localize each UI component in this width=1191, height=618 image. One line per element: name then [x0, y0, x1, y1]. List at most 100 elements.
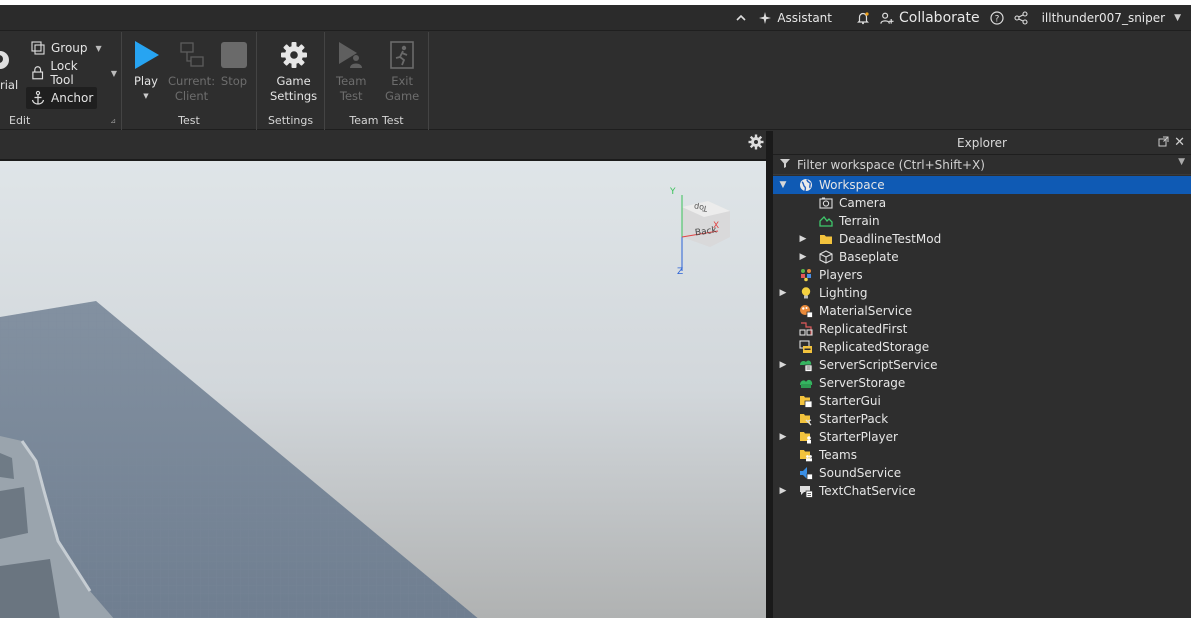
3d-viewport[interactable]: Top Back Y X Z — [0, 159, 766, 618]
add-user-icon — [880, 11, 894, 25]
stop-label: Stop — [220, 74, 248, 88]
edit-group-label: Edit — [9, 114, 31, 127]
gear-icon — [748, 134, 764, 150]
explorer-item-lighting[interactable]: ▶ Lighting — [773, 284, 1191, 302]
expand-arrow-right-icon[interactable]: ▶ — [798, 252, 808, 262]
material-button[interactable]: rial — [0, 44, 20, 104]
chevron-down-icon: ▼ — [95, 43, 102, 53]
collaborate-label: Collaborate — [898, 10, 980, 26]
server-script-service-icon — [798, 358, 813, 373]
group-button[interactable]: Group ▼ — [26, 37, 106, 59]
material-label: rial — [0, 78, 19, 92]
current-client-button[interactable]: Current: Client — [168, 40, 215, 104]
group-label: Group — [51, 41, 88, 55]
test-group-label: Test — [178, 114, 200, 127]
stop-button[interactable]: Stop — [219, 40, 249, 89]
view-cube[interactable]: Top Back Y X Z — [670, 187, 736, 277]
explorer-item-label: Teams — [819, 448, 857, 462]
expand-arrow-right-icon[interactable]: ▶ — [798, 234, 808, 244]
share-button[interactable] — [1014, 11, 1028, 25]
username-label: illthunder007_sniper — [1041, 11, 1166, 25]
expand-arrow-down-icon[interactable]: ▼ — [778, 180, 788, 190]
settings-group-label: Settings — [267, 114, 314, 127]
expand-arrow-right-icon[interactable]: ▶ — [778, 432, 788, 442]
explorer-tree: ▼ Workspace Camera Terrain ▶ DeadlineTestMod ▶… — [773, 175, 1191, 500]
explorer-item-serverstorage[interactable]: ServerStorage — [773, 374, 1191, 392]
stop-icon — [219, 40, 249, 70]
replicated-storage-icon — [798, 340, 813, 355]
undock-icon[interactable] — [1158, 131, 1169, 155]
lock-tool-button[interactable]: Lock Tool ▼ — [26, 59, 121, 87]
explorer-filter[interactable]: Filter workspace (Ctrl+Shift+X) ▼ — [773, 155, 1191, 175]
explorer-item-players[interactable]: Players — [773, 266, 1191, 284]
part-icon — [818, 250, 833, 265]
explorer-item-label: DeadlineTestMod — [839, 232, 942, 246]
help-button[interactable]: ? — [989, 11, 1004, 25]
notifications-button[interactable] — [856, 11, 870, 25]
exit-game-label-1: Exit — [391, 74, 414, 88]
explorer-item-serverscriptservice[interactable]: ▶ ServerScriptService — [773, 356, 1191, 374]
team-test-button[interactable]: Team Test — [336, 40, 366, 104]
terrain-icon — [818, 214, 833, 229]
team-test-group: Team Test Exit Game Team Test — [325, 32, 429, 130]
expand-arrow-right-icon[interactable]: ▶ — [778, 288, 788, 298]
explorer-item-soundservice[interactable]: SoundService — [773, 464, 1191, 482]
explorer-item-label: Terrain — [839, 214, 880, 228]
explorer-item-baseplate[interactable]: ▶ Baseplate — [773, 248, 1191, 266]
title-bar: Assistant Collaborate ? illthunder007_sn… — [0, 5, 1191, 31]
explorer-item-label: StarterGui — [819, 394, 881, 408]
help-icon: ? — [989, 11, 1004, 25]
starter-pack-icon — [798, 412, 813, 427]
user-menu[interactable]: illthunder007_sniper ▼ — [1042, 11, 1181, 25]
expand-arrow-right-icon[interactable]: ▶ — [778, 486, 788, 496]
explorer-item-materialservice[interactable]: MaterialService — [773, 302, 1191, 320]
assistant-label: Assistant — [777, 11, 832, 25]
settings-group: Game Settings Settings — [257, 32, 325, 130]
close-icon[interactable]: ✕ — [1174, 131, 1185, 155]
explorer-item-workspace[interactable]: ▼ Workspace — [773, 176, 1191, 194]
explorer-item-replicatedstorage[interactable]: ReplicatedStorage — [773, 338, 1191, 356]
explorer-item-label: Camera — [839, 196, 887, 210]
filter-icon — [779, 157, 791, 172]
expand-arrow-right-icon[interactable]: ▶ — [778, 360, 788, 370]
explorer-item-label: Baseplate — [839, 250, 899, 264]
exit-game-button[interactable]: Exit Game — [385, 40, 419, 104]
axis-z-label: Z — [677, 267, 684, 277]
game-settings-button[interactable]: Game Settings — [270, 40, 317, 104]
explorer-item-textchatservice[interactable]: ▶ TextChatService — [773, 482, 1191, 500]
explorer-item-deadlinetestmod[interactable]: ▶ DeadlineTestMod — [773, 230, 1191, 248]
text-chat-service-icon — [798, 484, 813, 499]
explorer-item-starterpack[interactable]: StarterPack — [773, 410, 1191, 428]
viewport-header — [0, 131, 768, 155]
chevron-down-icon[interactable]: ▼ — [1178, 157, 1185, 167]
collapse-ribbon-button[interactable] — [734, 11, 748, 25]
starter-player-icon — [798, 430, 813, 445]
team-test-label-1: Team — [336, 74, 367, 88]
explorer-item-teams[interactable]: Teams — [773, 446, 1191, 464]
panel-splitter[interactable] — [766, 131, 773, 618]
play-button[interactable]: Play ▼ — [131, 40, 161, 104]
expand-group-icon[interactable]: ⊿ — [110, 117, 116, 125]
share-icon — [1014, 11, 1028, 25]
explorer-item-replicatedfirst[interactable]: ReplicatedFirst — [773, 320, 1191, 338]
sparkle-icon — [758, 11, 772, 25]
explorer-item-terrain[interactable]: Terrain — [773, 212, 1191, 230]
explorer-item-starterplayer[interactable]: ▶ StarterPlayer — [773, 428, 1191, 446]
explorer-item-startergui[interactable]: StarterGui — [773, 392, 1191, 410]
collaborate-button[interactable]: Collaborate — [880, 10, 980, 26]
viewport-settings-button[interactable] — [748, 134, 764, 154]
anchor-label: Anchor — [51, 91, 94, 105]
explorer-title: Explorer — [957, 136, 1007, 150]
group-icon — [31, 41, 45, 55]
bell-icon — [856, 11, 870, 25]
play-icon — [131, 40, 161, 70]
filter-input[interactable]: Filter workspace (Ctrl+Shift+X) — [797, 158, 985, 172]
explorer-item-camera[interactable]: Camera — [773, 194, 1191, 212]
chevron-down-icon[interactable]: ▼ — [143, 89, 148, 104]
lock-tool-label: Lock Tool — [50, 59, 78, 87]
lightbulb-icon — [798, 286, 813, 301]
explorer-item-label: TextChatService — [819, 484, 916, 498]
assistant-button[interactable]: Assistant — [758, 11, 832, 25]
starter-gui-icon — [798, 394, 813, 409]
anchor-button[interactable]: Anchor — [26, 87, 98, 109]
